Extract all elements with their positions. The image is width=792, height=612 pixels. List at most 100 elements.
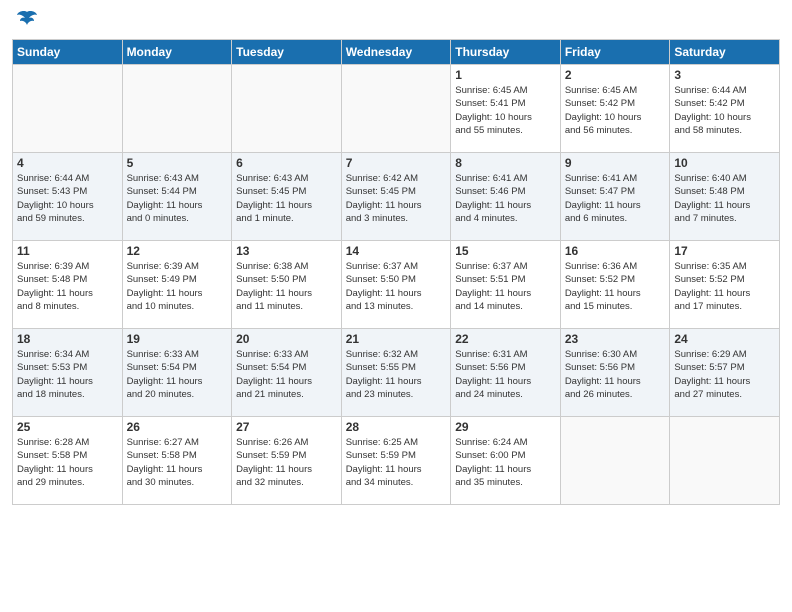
week-row-4: 18Sunrise: 6:34 AMSunset: 5:53 PMDayligh… xyxy=(13,329,780,417)
calendar-cell: 13 Sunrise: 6:38 AMSunset: 5:50 PMDayligh… xyxy=(232,241,342,329)
calendar-cell: 24 Sunrise: 6:29 AMSunset: 5:57 PMDayligh… xyxy=(670,329,780,417)
week-row-1: 1 Sunrise: 6:45 AMSunset: 5:41 PMDaylight… xyxy=(13,65,780,153)
day-info: Sunrise: 6:35 AMSunset: 5:52 PMDaylight:… xyxy=(674,260,775,313)
day-info: Sunrise: 6:43 AMSunset: 5:44 PMDaylight:… xyxy=(127,172,228,225)
calendar-cell: 23 Sunrise: 6:30 AMSunset: 5:56 PMDayligh… xyxy=(560,329,670,417)
calendar-cell: 19 Sunrise: 6:33 AMSunset: 5:54 PMDayligh… xyxy=(122,329,232,417)
calendar-cell xyxy=(341,65,451,153)
calendar-cell: 27 Sunrise: 6:26 AMSunset: 5:59 PMDayligh… xyxy=(232,417,342,505)
day-info: Sunrise: 6:39 AMSunset: 5:48 PMDaylight:… xyxy=(17,260,118,313)
logo xyxy=(12,10,38,31)
calendar-cell xyxy=(232,65,342,153)
calendar-cell: 20 Sunrise: 6:33 AMSunset: 5:54 PMDayligh… xyxy=(232,329,342,417)
calendar-cell: 8 Sunrise: 6:41 AMSunset: 5:46 PMDaylight… xyxy=(451,153,561,241)
day-number: 3 xyxy=(674,68,775,82)
week-row-5: 25 Sunrise: 6:28 AMSunset: 5:58 PMDayligh… xyxy=(13,417,780,505)
day-info: Sunrise: 6:40 AMSunset: 5:48 PMDaylight:… xyxy=(674,172,775,225)
day-number: 28 xyxy=(346,420,447,434)
day-number: 14 xyxy=(346,244,447,258)
header xyxy=(12,10,780,31)
calendar-cell: 10 Sunrise: 6:40 AMSunset: 5:48 PMDayligh… xyxy=(670,153,780,241)
calendar-cell xyxy=(122,65,232,153)
day-info: Sunrise: 6:25 AMSunset: 5:59 PMDaylight:… xyxy=(346,436,447,489)
day-number: 20 xyxy=(236,332,337,346)
day-number: 4 xyxy=(17,156,118,170)
weekday-header-monday: Monday xyxy=(122,40,232,65)
calendar-cell: 11Sunrise: 6:39 AMSunset: 5:48 PMDayligh… xyxy=(13,241,123,329)
calendar-cell: 26 Sunrise: 6:27 AMSunset: 5:58 PMDayligh… xyxy=(122,417,232,505)
day-number: 24 xyxy=(674,332,775,346)
day-info: Sunrise: 6:44 AMSunset: 5:43 PMDaylight:… xyxy=(17,172,118,225)
day-number: 6 xyxy=(236,156,337,170)
calendar-cell: 16 Sunrise: 6:36 AMSunset: 5:52 PMDayligh… xyxy=(560,241,670,329)
day-number: 7 xyxy=(346,156,447,170)
week-row-2: 4 Sunrise: 6:44 AMSunset: 5:43 PMDaylight… xyxy=(13,153,780,241)
day-number: 25 xyxy=(17,420,118,434)
weekday-header-saturday: Saturday xyxy=(670,40,780,65)
calendar-cell: 12 Sunrise: 6:39 AMSunset: 5:49 PMDayligh… xyxy=(122,241,232,329)
day-info: Sunrise: 6:37 AMSunset: 5:50 PMDaylight:… xyxy=(346,260,447,313)
day-info: Sunrise: 6:45 AMSunset: 5:41 PMDaylight:… xyxy=(455,84,556,137)
day-info: Sunrise: 6:27 AMSunset: 5:58 PMDaylight:… xyxy=(127,436,228,489)
logo-bird-icon xyxy=(16,10,38,35)
calendar-cell xyxy=(13,65,123,153)
day-number: 17 xyxy=(674,244,775,258)
day-info: Sunrise: 6:43 AMSunset: 5:45 PMDaylight:… xyxy=(236,172,337,225)
day-info: Sunrise: 6:28 AMSunset: 5:58 PMDaylight:… xyxy=(17,436,118,489)
calendar-cell: 21 Sunrise: 6:32 AMSunset: 5:55 PMDayligh… xyxy=(341,329,451,417)
week-row-3: 11Sunrise: 6:39 AMSunset: 5:48 PMDayligh… xyxy=(13,241,780,329)
day-number: 2 xyxy=(565,68,666,82)
calendar-cell: 6 Sunrise: 6:43 AMSunset: 5:45 PMDaylight… xyxy=(232,153,342,241)
calendar-cell: 5 Sunrise: 6:43 AMSunset: 5:44 PMDaylight… xyxy=(122,153,232,241)
calendar-cell xyxy=(560,417,670,505)
day-number: 9 xyxy=(565,156,666,170)
day-number: 12 xyxy=(127,244,228,258)
day-number: 13 xyxy=(236,244,337,258)
day-info: Sunrise: 6:24 AMSunset: 6:00 PMDaylight:… xyxy=(455,436,556,489)
day-info: Sunrise: 6:38 AMSunset: 5:50 PMDaylight:… xyxy=(236,260,337,313)
day-number: 16 xyxy=(565,244,666,258)
day-info: Sunrise: 6:34 AMSunset: 5:53 PMDaylight:… xyxy=(17,348,118,401)
calendar: SundayMondayTuesdayWednesdayThursdayFrid… xyxy=(12,39,780,505)
day-info: Sunrise: 6:26 AMSunset: 5:59 PMDaylight:… xyxy=(236,436,337,489)
calendar-cell: 17 Sunrise: 6:35 AMSunset: 5:52 PMDayligh… xyxy=(670,241,780,329)
day-info: Sunrise: 6:33 AMSunset: 5:54 PMDaylight:… xyxy=(236,348,337,401)
day-info: Sunrise: 6:29 AMSunset: 5:57 PMDaylight:… xyxy=(674,348,775,401)
calendar-cell: 1 Sunrise: 6:45 AMSunset: 5:41 PMDaylight… xyxy=(451,65,561,153)
day-info: Sunrise: 6:33 AMSunset: 5:54 PMDaylight:… xyxy=(127,348,228,401)
calendar-cell: 15 Sunrise: 6:37 AMSunset: 5:51 PMDayligh… xyxy=(451,241,561,329)
calendar-cell: 3 Sunrise: 6:44 AMSunset: 5:42 PMDaylight… xyxy=(670,65,780,153)
day-info: Sunrise: 6:41 AMSunset: 5:46 PMDaylight:… xyxy=(455,172,556,225)
day-number: 29 xyxy=(455,420,556,434)
day-info: Sunrise: 6:37 AMSunset: 5:51 PMDaylight:… xyxy=(455,260,556,313)
calendar-cell: 22 Sunrise: 6:31 AMSunset: 5:56 PMDayligh… xyxy=(451,329,561,417)
day-number: 10 xyxy=(674,156,775,170)
day-number: 22 xyxy=(455,332,556,346)
weekday-header-sunday: Sunday xyxy=(13,40,123,65)
day-number: 19 xyxy=(127,332,228,346)
day-number: 1 xyxy=(455,68,556,82)
day-info: Sunrise: 6:36 AMSunset: 5:52 PMDaylight:… xyxy=(565,260,666,313)
day-info: Sunrise: 6:44 AMSunset: 5:42 PMDaylight:… xyxy=(674,84,775,137)
day-info: Sunrise: 6:30 AMSunset: 5:56 PMDaylight:… xyxy=(565,348,666,401)
weekday-header-row: SundayMondayTuesdayWednesdayThursdayFrid… xyxy=(13,40,780,65)
day-number: 5 xyxy=(127,156,228,170)
weekday-header-wednesday: Wednesday xyxy=(341,40,451,65)
calendar-cell: 14 Sunrise: 6:37 AMSunset: 5:50 PMDayligh… xyxy=(341,241,451,329)
day-number: 26 xyxy=(127,420,228,434)
weekday-header-friday: Friday xyxy=(560,40,670,65)
day-info: Sunrise: 6:31 AMSunset: 5:56 PMDaylight:… xyxy=(455,348,556,401)
day-info: Sunrise: 6:32 AMSunset: 5:55 PMDaylight:… xyxy=(346,348,447,401)
calendar-cell: 28 Sunrise: 6:25 AMSunset: 5:59 PMDayligh… xyxy=(341,417,451,505)
day-number: 15 xyxy=(455,244,556,258)
calendar-cell: 9 Sunrise: 6:41 AMSunset: 5:47 PMDaylight… xyxy=(560,153,670,241)
day-number: 21 xyxy=(346,332,447,346)
day-number: 27 xyxy=(236,420,337,434)
day-number: 23 xyxy=(565,332,666,346)
day-info: Sunrise: 6:45 AMSunset: 5:42 PMDaylight:… xyxy=(565,84,666,137)
weekday-header-tuesday: Tuesday xyxy=(232,40,342,65)
day-info: Sunrise: 6:39 AMSunset: 5:49 PMDaylight:… xyxy=(127,260,228,313)
day-info: Sunrise: 6:41 AMSunset: 5:47 PMDaylight:… xyxy=(565,172,666,225)
calendar-cell: 29 Sunrise: 6:24 AMSunset: 6:00 PMDayligh… xyxy=(451,417,561,505)
day-number: 8 xyxy=(455,156,556,170)
